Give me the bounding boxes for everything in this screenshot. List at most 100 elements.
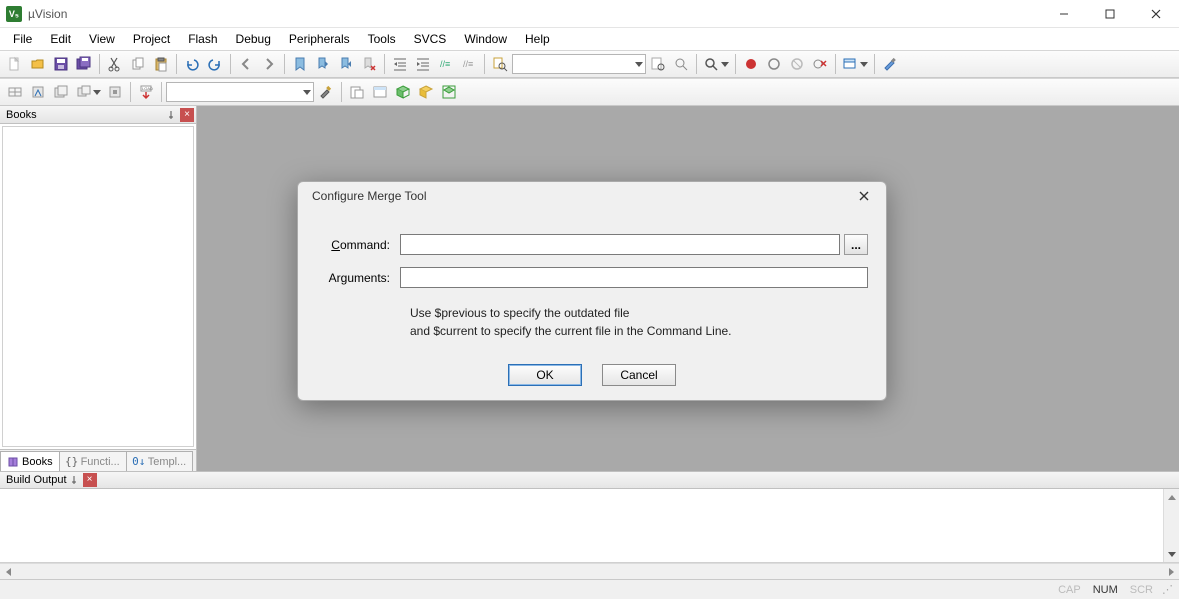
- books-panel-title: Books: [6, 109, 37, 121]
- select-packs-icon[interactable]: [392, 81, 414, 103]
- menu-peripherals[interactable]: Peripherals: [280, 30, 359, 48]
- debug-icon[interactable]: [701, 53, 731, 75]
- cancel-button[interactable]: Cancel: [602, 364, 676, 386]
- target-combo[interactable]: [166, 82, 314, 102]
- scroll-up-icon[interactable]: [1164, 489, 1179, 505]
- nav-forward-icon[interactable]: [258, 53, 280, 75]
- build-icon[interactable]: [27, 81, 49, 103]
- uncomment-icon[interactable]: //≡: [458, 53, 480, 75]
- dialog-title: Configure Merge Tool: [312, 189, 427, 203]
- download-icon[interactable]: LOAD: [135, 81, 157, 103]
- find-next-icon[interactable]: [647, 53, 669, 75]
- cut-icon[interactable]: [104, 53, 126, 75]
- title-bar: V₅ µVision: [0, 0, 1179, 28]
- menu-project[interactable]: Project: [124, 30, 179, 48]
- manage-layers-icon[interactable]: [438, 81, 460, 103]
- vertical-scrollbar[interactable]: [1163, 489, 1179, 562]
- tab-functions[interactable]: {} Functi...: [59, 451, 127, 471]
- save-icon[interactable]: [50, 53, 72, 75]
- scroll-right-icon[interactable]: [1163, 564, 1179, 579]
- dialog-hint: Use $previous to specify the outdated fi…: [410, 300, 868, 340]
- redo-icon[interactable]: [204, 53, 226, 75]
- manage-rte-icon[interactable]: [369, 81, 391, 103]
- command-input[interactable]: [400, 234, 840, 255]
- panel-close-button[interactable]: ×: [180, 108, 194, 122]
- bookmark-clear-icon[interactable]: [358, 53, 380, 75]
- menu-file[interactable]: File: [4, 30, 41, 48]
- find-combo[interactable]: [512, 54, 646, 74]
- rebuild-icon[interactable]: [50, 81, 72, 103]
- menu-window[interactable]: Window: [455, 30, 516, 48]
- menu-svcs[interactable]: SVCS: [405, 30, 456, 48]
- dialog-close-button[interactable]: [850, 185, 878, 207]
- translate-icon[interactable]: [4, 81, 26, 103]
- pack-installer-icon[interactable]: [415, 81, 437, 103]
- chevron-down-icon: [93, 90, 101, 95]
- svg-text://≡: //≡: [463, 59, 473, 69]
- incremental-find-icon[interactable]: [670, 53, 692, 75]
- menu-view[interactable]: View: [80, 30, 124, 48]
- resize-grip-icon[interactable]: ⋰: [1159, 583, 1173, 596]
- close-button[interactable]: [1133, 0, 1179, 28]
- status-scr: SCR: [1124, 584, 1159, 596]
- app-icon: V₅: [6, 6, 22, 22]
- tab-label: Functi...: [81, 456, 120, 468]
- save-all-icon[interactable]: [73, 53, 95, 75]
- configure-icon[interactable]: [879, 53, 901, 75]
- books-panel-header: Books ×: [0, 106, 196, 124]
- load-label: LOAD: [142, 86, 153, 91]
- undo-icon[interactable]: [181, 53, 203, 75]
- breakpoint-kill-icon[interactable]: [809, 53, 831, 75]
- menu-tools[interactable]: Tools: [359, 30, 405, 48]
- nav-back-icon[interactable]: [235, 53, 257, 75]
- arguments-input[interactable]: [400, 267, 868, 288]
- comment-icon[interactable]: //≡: [435, 53, 457, 75]
- batch-build-icon[interactable]: [73, 81, 103, 103]
- menu-edit[interactable]: Edit: [41, 30, 80, 48]
- pin-icon[interactable]: [164, 108, 178, 122]
- browse-button[interactable]: ...: [844, 234, 868, 255]
- menu-debug[interactable]: Debug: [227, 30, 280, 48]
- maximize-button[interactable]: [1087, 0, 1133, 28]
- bookmark-toggle-icon[interactable]: [289, 53, 311, 75]
- scroll-left-icon[interactable]: [0, 564, 16, 579]
- copy-icon[interactable]: [127, 53, 149, 75]
- chevron-down-icon: [860, 62, 868, 67]
- scroll-down-icon[interactable]: [1164, 546, 1179, 562]
- pin-icon[interactable]: [67, 473, 81, 487]
- books-panel: Books × Books {} Functi... 0↓ Templ...: [0, 106, 197, 471]
- ok-button[interactable]: OK: [508, 364, 582, 386]
- dialog-title-bar[interactable]: Configure Merge Tool: [298, 182, 886, 210]
- target-options-icon[interactable]: [315, 81, 337, 103]
- indent-icon[interactable]: [389, 53, 411, 75]
- new-file-icon[interactable]: [4, 53, 26, 75]
- breakpoint-enable-icon[interactable]: [763, 53, 785, 75]
- unindent-icon[interactable]: [412, 53, 434, 75]
- books-panel-tabs: Books {} Functi... 0↓ Templ...: [0, 449, 196, 471]
- open-file-icon[interactable]: [27, 53, 49, 75]
- window-list-icon[interactable]: [840, 53, 870, 75]
- status-bar: CAP NUM SCR ⋰: [0, 579, 1179, 599]
- paste-icon[interactable]: [150, 53, 172, 75]
- breakpoint-disable-icon[interactable]: [786, 53, 808, 75]
- menu-help[interactable]: Help: [516, 30, 559, 48]
- bookmark-next-icon[interactable]: [335, 53, 357, 75]
- minimize-button[interactable]: [1041, 0, 1087, 28]
- books-icon: [7, 456, 19, 468]
- tab-templates[interactable]: 0↓ Templ...: [126, 451, 194, 471]
- build-output-panel: Build Output ×: [0, 471, 1179, 579]
- tab-books[interactable]: Books: [0, 451, 60, 471]
- menu-flash[interactable]: Flash: [179, 30, 226, 48]
- bookmark-prev-icon[interactable]: [312, 53, 334, 75]
- find-in-files-icon[interactable]: [489, 53, 511, 75]
- file-ext-icon[interactable]: [346, 81, 368, 103]
- build-output-title: Build Output: [6, 474, 67, 486]
- stop-build-icon[interactable]: [104, 81, 126, 103]
- command-label: Command:: [316, 238, 400, 252]
- configure-merge-tool-dialog: Configure Merge Tool Command: ... Argume…: [297, 181, 887, 401]
- breakpoint-insert-icon[interactable]: [740, 53, 762, 75]
- panel-close-button[interactable]: ×: [83, 473, 97, 487]
- mdi-workarea: Configure Merge Tool Command: ... Argume…: [197, 106, 1179, 471]
- horizontal-scrollbar[interactable]: [0, 563, 1179, 579]
- chevron-down-icon: [721, 62, 729, 67]
